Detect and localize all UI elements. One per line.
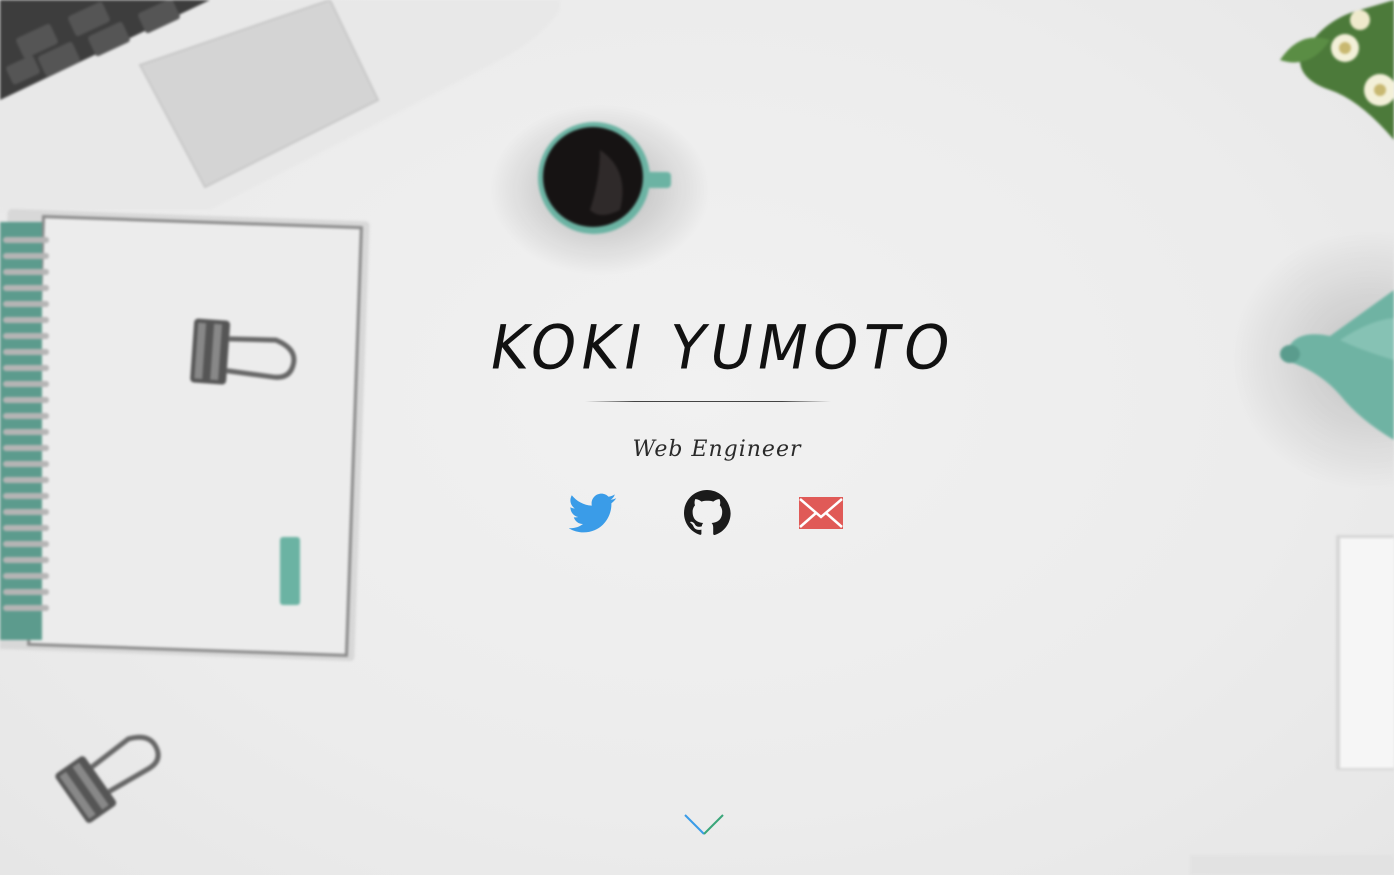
title-divider (585, 401, 831, 402)
github-link[interactable] (683, 489, 731, 537)
notebook-shape (0, 208, 370, 662)
chevron-down-icon (684, 814, 724, 835)
phone-shape (1190, 855, 1394, 875)
mail-link[interactable] (797, 489, 845, 537)
page-subtitle: Web Engineer (632, 437, 802, 462)
twitter-link[interactable] (569, 489, 617, 537)
flowers-shape (1280, 0, 1394, 140)
hero-section: KOKI YUMOTO Web Engineer (0, 0, 1394, 875)
page-title: KOKI YUMOTO (484, 312, 961, 384)
github-octocat-icon (684, 490, 731, 536)
laptop-shape (0, 0, 560, 210)
teapot-shape (1230, 230, 1394, 490)
binder-clip-shape-2 (55, 734, 161, 823)
scroll-down-button[interactable] (683, 810, 725, 838)
twitter-bird-icon (569, 493, 617, 533)
coffee-cup-shape (490, 105, 710, 275)
mail-envelope-icon (799, 497, 843, 529)
paper-pad-shape (1336, 535, 1394, 770)
